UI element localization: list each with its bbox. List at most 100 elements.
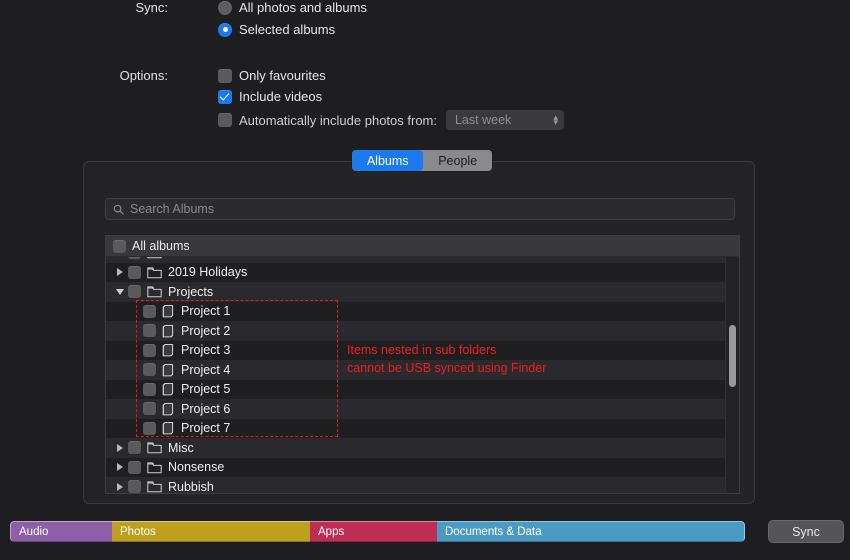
- sync-button-label: Sync: [792, 524, 820, 539]
- row-checkbox[interactable]: [143, 304, 156, 318]
- checkbox-indicator-include-videos[interactable]: [218, 89, 232, 104]
- row-checkbox[interactable]: [143, 324, 156, 338]
- tab-albums[interactable]: Albums: [352, 150, 424, 171]
- radio-indicator-all-photos[interactable]: [218, 0, 232, 15]
- capacity-segment-documents-data: Documents & Data: [437, 521, 745, 542]
- row-checkbox[interactable]: [143, 363, 156, 377]
- checkbox-label-only-favourites: Only favourites: [239, 68, 326, 83]
- album-icon: [162, 402, 174, 416]
- row-label: Misc: [168, 440, 194, 455]
- table-row[interactable]: Project 6: [106, 399, 739, 419]
- disclosure-triangle-right-icon[interactable]: [113, 482, 126, 491]
- table-row[interactable]: Project 5: [106, 379, 739, 399]
- row-label: Project 3: [181, 343, 231, 358]
- row-checkbox[interactable]: [128, 441, 141, 455]
- annotation-line-2: cannot be USB synced using Finder: [347, 361, 547, 375]
- checkbox-label-auto-include: Automatically include photos from:: [239, 112, 437, 128]
- table-row[interactable]: Project 7: [106, 418, 739, 438]
- radio-selected-albums[interactable]: Selected albums: [218, 22, 335, 37]
- stepper-down-icon: ▾: [553, 117, 558, 127]
- row-label: Project 4: [181, 362, 231, 377]
- annotation-text: Items nested in sub folders cannot be US…: [347, 341, 546, 377]
- disclosure-triangle-down-icon[interactable]: [113, 288, 126, 295]
- search-placeholder: Search Albums: [130, 202, 215, 216]
- tab-people[interactable]: People: [423, 150, 492, 171]
- album-icon: [162, 383, 174, 396]
- row-label: Project 6: [181, 401, 231, 416]
- albums-panel: Search Albums All albums 2019 Holidays Pr…: [83, 161, 755, 504]
- checkbox-indicator-only-favourites[interactable]: [218, 68, 232, 83]
- checkbox-include-videos[interactable]: Include videos: [218, 89, 322, 104]
- album-icon: [162, 344, 174, 357]
- checkbox-indicator-all-albums[interactable]: [113, 239, 126, 253]
- radio-label-all-photos: All photos and albums: [239, 0, 367, 15]
- row-checkbox[interactable]: [128, 285, 141, 299]
- storage-capacity-bar: Audio Photos Apps Documents & Data: [10, 521, 745, 542]
- disclosure-triangle-right-icon[interactable]: [113, 268, 126, 277]
- table-row[interactable]: Project 1: [106, 301, 739, 321]
- album-icon: [162, 363, 174, 377]
- folder-icon: [147, 267, 162, 279]
- all-albums-header-row[interactable]: All albums: [106, 236, 739, 257]
- capacity-segment-label: Audio: [19, 525, 49, 538]
- table-row[interactable]: Projects: [106, 282, 739, 302]
- sync-options-form: Sync: All photos and albums Selected alb…: [0, 0, 850, 145]
- table-row[interactable]: Misc: [106, 438, 739, 458]
- capacity-segment-photos: Photos: [112, 521, 310, 542]
- capacity-segment-audio: Audio: [10, 521, 112, 542]
- row-label: Projects: [168, 284, 214, 299]
- stepper-arrows-icon: ▴ ▾: [553, 113, 558, 127]
- options-label: Options:: [119, 68, 168, 83]
- row-label: 2019 Holidays: [168, 265, 248, 280]
- search-albums-field[interactable]: Search Albums: [105, 198, 735, 220]
- tab-albums-label: Albums: [366, 153, 409, 168]
- disclosure-triangle-right-icon[interactable]: [113, 463, 126, 472]
- vertical-scrollbar[interactable]: [725, 257, 739, 493]
- radio-indicator-selected-albums[interactable]: [218, 22, 232, 37]
- folder-icon: [147, 286, 162, 298]
- annotation-line-1: Items nested in sub folders: [347, 343, 497, 357]
- row-label: Nonsense: [168, 460, 225, 475]
- panel-tab-bar: Albums People: [352, 150, 492, 171]
- album-icon: [162, 305, 174, 318]
- row-label: Project 1: [181, 304, 231, 319]
- checkbox-label-include-videos: Include videos: [239, 89, 323, 104]
- row-label: Project 5: [181, 382, 231, 397]
- row-label: Rubbish: [168, 479, 214, 493]
- row-checkbox[interactable]: [143, 402, 156, 416]
- search-icon: [113, 204, 124, 215]
- row-checkbox[interactable]: [143, 421, 156, 435]
- row-checkbox[interactable]: [143, 382, 156, 396]
- checkbox-automatically-include-photos[interactable]: Automatically include photos from: Last …: [218, 110, 564, 130]
- radio-label-selected-albums: Selected albums: [239, 22, 336, 37]
- disclosure-triangle-right-icon[interactable]: [113, 443, 126, 452]
- tab-people-label: People: [438, 153, 478, 168]
- row-checkbox[interactable]: [128, 257, 141, 260]
- table-row[interactable]: Project 2: [106, 321, 739, 341]
- folder-icon: [147, 442, 162, 454]
- row-checkbox[interactable]: [143, 343, 156, 357]
- folder-icon: [147, 257, 162, 259]
- checkbox-indicator-auto-include[interactable]: [218, 113, 232, 127]
- capacity-segment-label: Documents & Data: [445, 525, 542, 538]
- folder-icon: [147, 462, 162, 474]
- album-icon: [162, 422, 174, 435]
- radio-all-photos-and-albums[interactable]: All photos and albums: [218, 0, 367, 15]
- folder-icon: [147, 481, 162, 493]
- sync-label: Sync:: [135, 0, 168, 15]
- table-row[interactable]: 2019 Holidays: [106, 262, 739, 282]
- table-row[interactable]: Nonsense: [106, 457, 739, 477]
- scrollbar-thumb[interactable]: [729, 325, 736, 387]
- row-label: Project 7: [181, 421, 231, 436]
- row-checkbox[interactable]: [128, 460, 141, 474]
- row-label: Project 2: [181, 323, 231, 338]
- checkbox-only-favourites[interactable]: Only favourites: [218, 68, 326, 83]
- capacity-segment-apps: Apps: [310, 521, 437, 542]
- row-checkbox[interactable]: [128, 480, 141, 493]
- album-icon: [162, 324, 174, 338]
- table-row[interactable]: Rubbish: [106, 477, 739, 493]
- timeframe-popup-button[interactable]: Last week ▴ ▾: [445, 110, 564, 130]
- timeframe-popup-value: Last week: [454, 113, 512, 127]
- sync-button[interactable]: Sync: [768, 520, 844, 543]
- row-checkbox[interactable]: [128, 265, 141, 279]
